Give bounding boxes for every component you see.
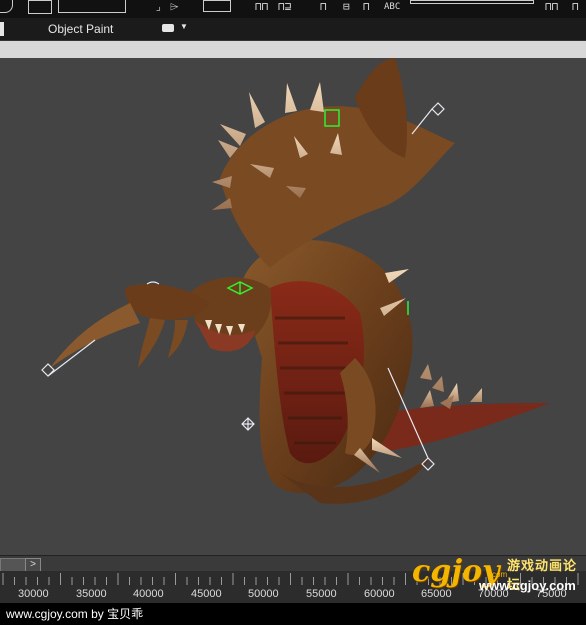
select-by-name-icon[interactable]: ⌲ [170, 0, 179, 14]
tick-label: 40000 [133, 588, 164, 600]
selection-filter-dropdown[interactable] [58, 0, 126, 13]
rectangular-selection-icon[interactable] [203, 0, 231, 12]
frame-slider-handle[interactable] [0, 558, 26, 572]
align-icon[interactable]: ⊓⊒ [278, 0, 291, 14]
render-setup-icon[interactable]: ⊓⊓ [545, 0, 558, 14]
perspective-viewport[interactable] [0, 58, 586, 555]
ribbon-collapse-handle[interactable] [0, 22, 4, 36]
select-object-icon[interactable]: ⌟ [155, 0, 162, 14]
cgjoy-watermark-logo: cgjoy com 游戏动画论坛 www.cgjoy.com [412, 548, 586, 596]
mirror-icon[interactable]: ⊓⊓ [255, 0, 268, 14]
tick-label: 30000 [18, 588, 49, 600]
creature-crest [212, 58, 455, 268]
layer-manager-icon[interactable]: ⊓ [320, 0, 327, 14]
creature-body [240, 240, 430, 504]
render-frame-icon[interactable]: ⊓ [572, 0, 579, 14]
chevron-down-icon[interactable]: ▼ [180, 22, 188, 31]
graph-editor-icon[interactable]: ⊟ [343, 0, 350, 14]
main-toolbar: ⌟ ⌲ ⊓⊓ ⊓⊒ ⊓ ⊟ ⊓ ABC ⊓⊓ ⊓ [0, 0, 586, 18]
ribbon-tab-object-paint[interactable]: Object Paint [48, 22, 113, 36]
tick-label: 35000 [76, 588, 107, 600]
footer-credit: www.cgjoy.com by 宝贝乖 [0, 603, 586, 625]
spell-check-icon[interactable]: ABC [384, 0, 400, 14]
ribbon-bar: Object Paint ▼ [0, 18, 586, 41]
next-frame-button[interactable]: > [25, 558, 41, 572]
undo-icon[interactable] [0, 0, 13, 13]
tick-label: 60000 [364, 588, 395, 600]
scene-render [41, 58, 550, 504]
named-selection-set-field[interactable] [410, 0, 534, 4]
tick-label: 45000 [191, 588, 222, 600]
tick-label: 55000 [306, 588, 337, 600]
logo-url: www.cgjoy.com [479, 578, 576, 593]
schematic-view-icon[interactable]: ⊓ [363, 0, 370, 14]
tick-label: 50000 [248, 588, 279, 600]
ribbon-panel-area [0, 41, 586, 58]
link-icon[interactable] [28, 0, 52, 14]
ribbon-options-icon[interactable] [162, 24, 174, 32]
